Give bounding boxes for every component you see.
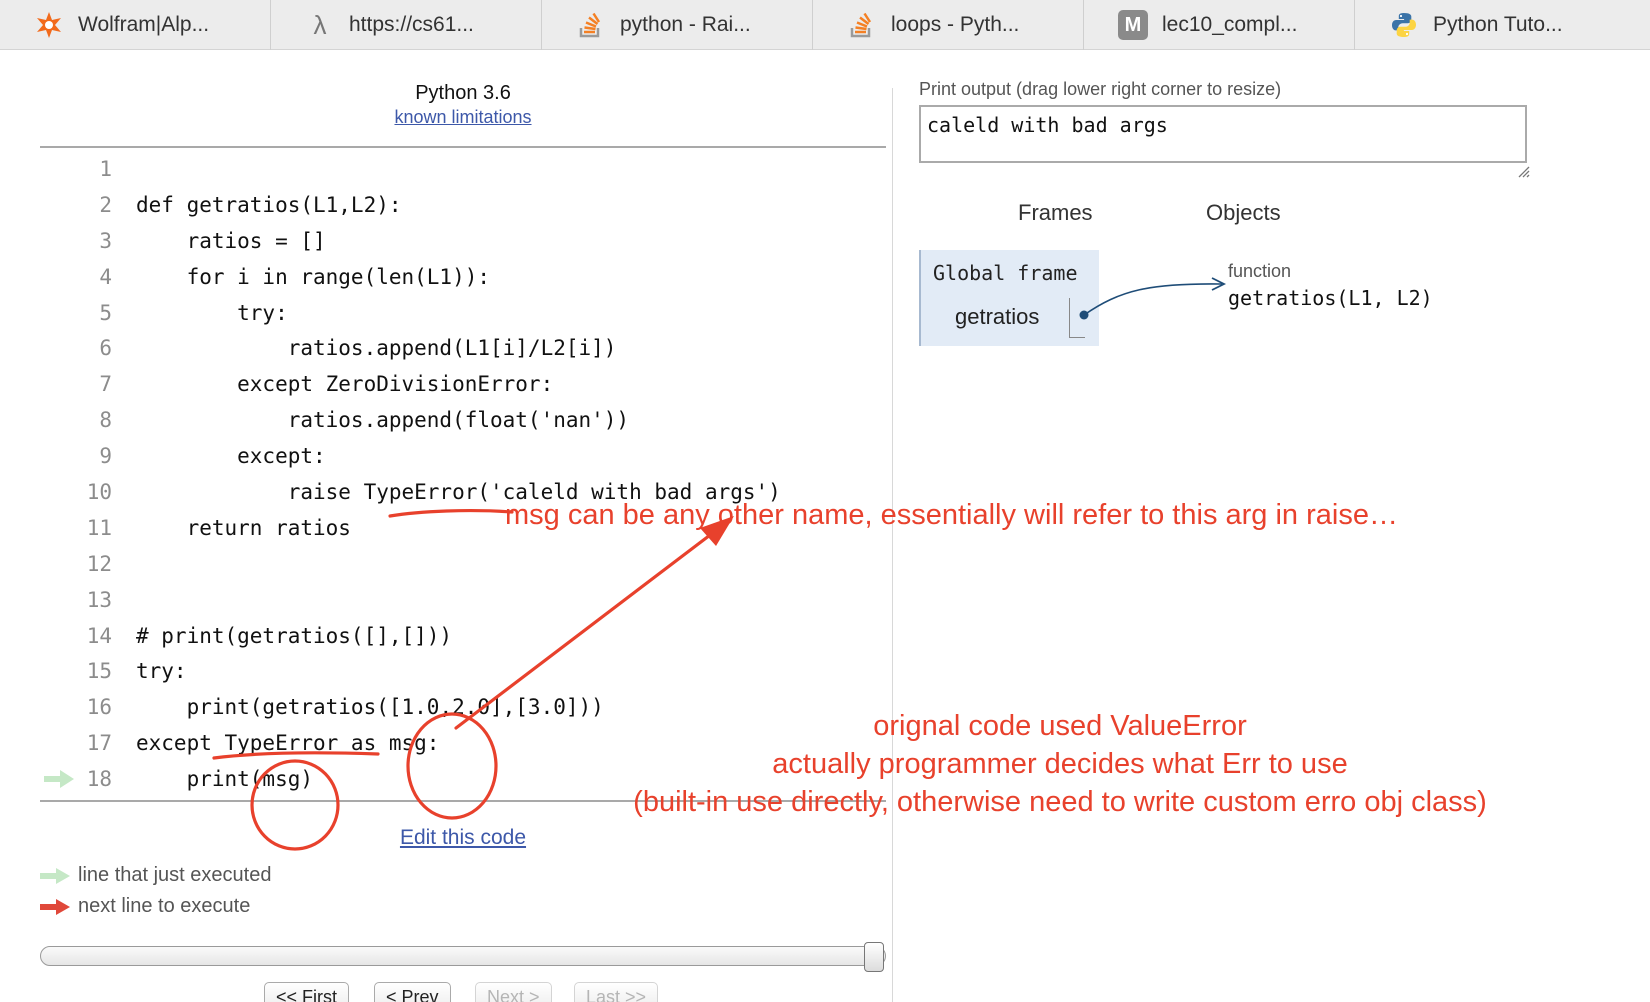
tab-title: lec10_compl...: [1162, 13, 1298, 36]
line-number: 5: [99, 300, 112, 325]
red-arrow-icon: [40, 898, 70, 915]
line-code: try:: [136, 659, 187, 684]
line-code: except ZeroDivisionError:: [136, 372, 554, 397]
legend-just-executed: line that just executed: [40, 864, 271, 887]
line-code: return ratios: [136, 515, 351, 540]
step-slider-track[interactable]: [40, 946, 886, 966]
first-button[interactable]: << First: [264, 982, 350, 1002]
tab-loops-python[interactable]: loops - Pyth...: [813, 0, 1084, 50]
lambda-icon: λ: [313, 9, 327, 40]
frame-variable-slot: [1069, 298, 1085, 338]
tab-title: loops - Pyth...: [891, 13, 1020, 36]
code-line: 7 except ZeroDivisionError:: [40, 367, 886, 403]
code-line: 5 try:: [40, 296, 886, 332]
line-number: 17: [86, 731, 112, 756]
tab-lec10[interactable]: M lec10_compl...: [1084, 0, 1355, 50]
code-line: 9 except:: [40, 439, 886, 475]
code-line: 14 # print(getratios([],[])): [40, 619, 886, 655]
line-number: 9: [99, 444, 112, 469]
legend-next-line-label: next line to execute: [78, 895, 251, 917]
global-frame: Global frame getratios: [919, 250, 1099, 346]
tab-title: Wolfram|Alp...: [78, 13, 210, 36]
line-number: 2: [99, 192, 112, 217]
next-button[interactable]: Next >: [475, 982, 552, 1002]
code-listing: 1 2 def getratios(L1,L2): 3 ratios = [] 4 fo…: [40, 152, 886, 798]
tab-wolfram-alpha[interactable]: Wolfram|Alp...: [0, 0, 271, 50]
line-number: 6: [99, 336, 112, 361]
line-number: 15: [86, 659, 112, 684]
python-version-label: Python 3.6: [415, 82, 511, 104]
code-top-rule: [40, 146, 886, 148]
line-code: except TypeError as msg:: [136, 731, 440, 756]
code-line: 3 ratios = []: [40, 224, 886, 260]
tab-title: Python Tuto...: [1433, 13, 1563, 36]
objects-header: Objects: [1206, 200, 1281, 225]
resize-grip-icon[interactable]: [1518, 166, 1530, 178]
known-limitations-link[interactable]: known limitations: [40, 107, 886, 128]
code-line: 12: [40, 547, 886, 583]
tab-title: https://cs61...: [349, 13, 474, 36]
line-number: 12: [86, 551, 112, 576]
tab-python-tutor[interactable]: Python Tuto...: [1355, 0, 1626, 50]
m-letter-icon: M: [1118, 10, 1148, 40]
frame-variable-name: getratios: [955, 304, 1040, 329]
last-button[interactable]: Last >>: [574, 982, 659, 1002]
line-number: 4: [99, 264, 112, 289]
line-code: print(msg): [136, 767, 314, 792]
line-code: except:: [136, 444, 326, 469]
browser-tab-bar: Wolfram|Alp... λ https://cs61... python …: [0, 0, 1650, 50]
print-output-box[interactable]: caleld with bad args: [919, 105, 1527, 163]
line-number: 18: [86, 767, 112, 792]
print-output-label: Print output (drag lower right corner to…: [919, 79, 1282, 99]
line-code: ratios.append(float('nan')): [136, 408, 630, 433]
line-number: 8: [99, 408, 112, 433]
line-number: 14: [86, 623, 112, 648]
code-line: 2 def getratios(L1,L2):: [40, 188, 886, 224]
stackoverflow-icon: [847, 10, 877, 40]
line-code: for i in range(len(L1)):: [136, 264, 491, 289]
wolfram-icon: [34, 10, 64, 40]
line-number: 16: [86, 695, 112, 720]
tab-python-raise[interactable]: python - Rai...: [542, 0, 813, 50]
edit-code-link[interactable]: Edit this code: [40, 826, 886, 850]
step-slider-thumb[interactable]: [864, 942, 884, 972]
line-code: print(getratios([1.0,2.0],[3.0])): [136, 695, 604, 720]
frames-header: Frames: [1018, 200, 1093, 225]
code-line: 13: [40, 583, 886, 619]
panel-divider: [892, 88, 893, 1002]
code-line: 15 try:: [40, 654, 886, 690]
global-frame-title: Global frame: [933, 261, 1078, 285]
green-arrow-icon: [40, 867, 70, 884]
line-code: ratios.append(L1[i]/L2[i]): [136, 336, 617, 361]
legend-next-line: next line to execute: [40, 895, 250, 918]
python-logo-icon: [1389, 10, 1419, 40]
annotation-error-line1: orignal code used ValueError: [873, 710, 1247, 742]
line-code: ratios = []: [136, 228, 326, 253]
line-code: try:: [136, 300, 288, 325]
line-number: 3: [99, 228, 112, 253]
line-number: 7: [99, 372, 112, 397]
code-line: 4 for i in range(len(L1)):: [40, 260, 886, 296]
pointer-arrow: [1079, 277, 1227, 320]
code-line: 1: [40, 152, 886, 188]
annotation-error-line2: actually programmer decides what Err to …: [772, 748, 1348, 780]
line-number: 11: [86, 515, 112, 540]
legend-just-executed-label: line that just executed: [78, 864, 272, 886]
code-line: 6 ratios.append(L1[i]/L2[i]): [40, 331, 886, 367]
line-code: # print(getratios([],[])): [136, 623, 453, 648]
print-output-text: caleld with bad args: [927, 113, 1168, 137]
line-number: 1: [99, 157, 112, 181]
stackoverflow-icon: [576, 10, 606, 40]
tab-cs61a[interactable]: λ https://cs61...: [271, 0, 542, 50]
code-line: 8 ratios.append(float('nan')): [40, 403, 886, 439]
line-number: 13: [86, 587, 112, 612]
annotation-error-line3: (built-in use directly, otherwise need t…: [633, 786, 1487, 818]
tab-title: python - Rai...: [620, 13, 751, 36]
line-number: 10: [86, 480, 112, 505]
object-type-label: function: [1228, 261, 1292, 281]
prev-button[interactable]: < Prev: [374, 982, 451, 1002]
annotation-msg-note: msg can be any other name, essentially w…: [505, 499, 1398, 531]
function-object-signature: getratios(L1, L2): [1228, 286, 1433, 310]
line-code: def getratios(L1,L2):: [136, 192, 402, 217]
